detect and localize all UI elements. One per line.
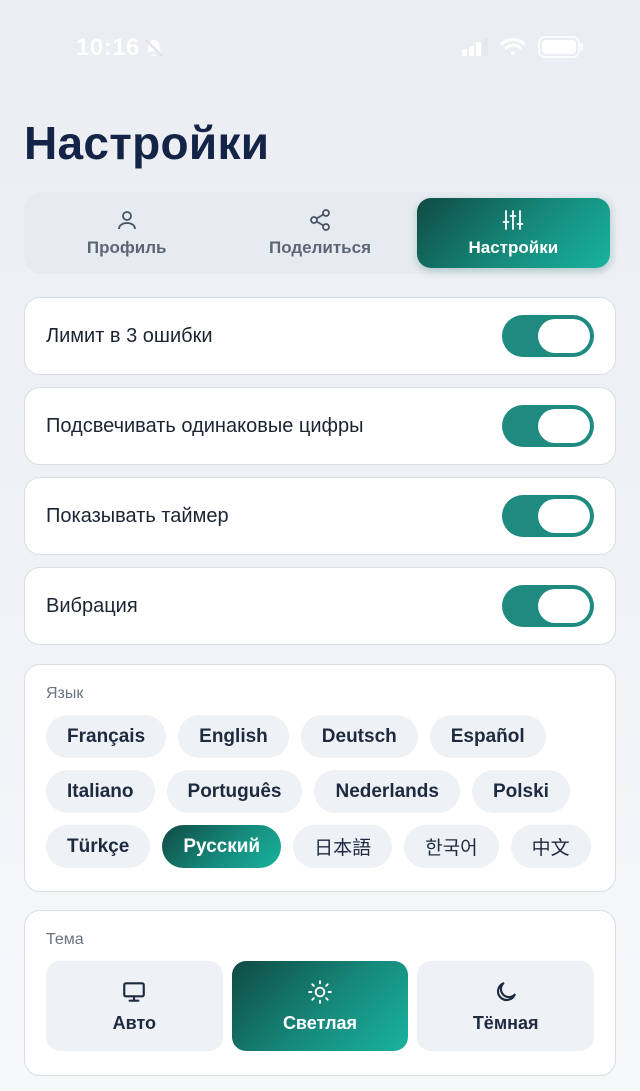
status-time: 10:16 xyxy=(76,34,140,61)
language-chip-de[interactable]: Deutsch xyxy=(300,715,418,758)
setting-label: Лимит в 3 ошибки xyxy=(46,324,213,347)
theme-light-label: Светлая xyxy=(282,1012,358,1033)
bell-muted-icon xyxy=(143,37,165,64)
theme-dark-label: Тёмная xyxy=(472,1012,539,1033)
language-chip-pt[interactable]: Português xyxy=(166,770,303,813)
tab-settings[interactable]: Настройки xyxy=(416,198,610,268)
segmented-tabs: Профиль Поделиться Настройки xyxy=(24,192,616,274)
language-card: Язык Français English Deutsch Español It… xyxy=(24,664,616,892)
theme-dark-button[interactable]: Тёмная xyxy=(417,961,595,1051)
mistake-limit-toggle[interactable] xyxy=(502,315,594,357)
theme-card: Тема Авто Светлая Тёмная xyxy=(24,910,616,1076)
status-bar: 10:16 xyxy=(0,0,640,96)
setting-row-show-timer: Показывать таймер xyxy=(24,477,616,555)
language-chip-ru[interactable]: Русский xyxy=(162,825,282,868)
cellular-signal-icon xyxy=(462,38,488,61)
theme-auto-button[interactable]: Авто xyxy=(46,961,223,1051)
sun-icon xyxy=(308,979,332,1004)
language-section-label: Язык xyxy=(46,685,84,702)
setting-label: Показывать таймер xyxy=(46,504,229,527)
toggle-list: Лимит в 3 ошибки Подсвечивать одинаковые… xyxy=(24,297,616,657)
show-timer-toggle[interactable] xyxy=(502,495,594,537)
language-chip-nl[interactable]: Nederlands xyxy=(314,770,460,813)
monitor-icon xyxy=(123,981,146,1002)
language-chip-zh[interactable]: 中文 xyxy=(510,825,591,868)
language-chip-pl[interactable]: Polski xyxy=(471,770,570,813)
language-chip-ja[interactable]: 日本語 xyxy=(293,825,393,868)
language-chip-ko[interactable]: 한국어 xyxy=(404,825,499,868)
theme-section-label: Тема xyxy=(46,931,84,948)
share-icon xyxy=(310,209,330,231)
highlight-digits-toggle[interactable] xyxy=(502,405,594,447)
language-chips: Français English Deutsch Español Italian… xyxy=(46,715,594,868)
language-chip-en[interactable]: English xyxy=(178,715,289,758)
tab-share-label: Поделиться xyxy=(268,238,371,257)
tab-share[interactable]: Поделиться xyxy=(223,198,416,268)
theme-light-button[interactable]: Светлая xyxy=(231,961,409,1051)
language-chip-it[interactable]: Italiano xyxy=(46,770,155,813)
setting-row-mistake-limit: Лимит в 3 ошибки xyxy=(24,297,616,375)
tab-profile[interactable]: Профиль xyxy=(30,198,223,268)
page-title: Настройки xyxy=(24,117,270,169)
tab-profile-label: Профиль xyxy=(86,238,167,257)
setting-label: Подсвечивать одинаковые цифры xyxy=(46,414,364,437)
battery-icon xyxy=(538,36,584,63)
status-indicators xyxy=(462,36,584,63)
theme-auto-label: Авто xyxy=(112,1012,157,1033)
setting-row-highlight-digits: Подсвечивать одинаковые цифры xyxy=(24,387,616,465)
sliders-icon xyxy=(502,210,524,230)
wifi-icon xyxy=(500,37,526,62)
setting-row-vibration: Вибрация xyxy=(24,567,616,645)
language-chip-fr[interactable]: Français xyxy=(46,715,167,758)
theme-options: Авто Светлая Тёмная xyxy=(46,961,595,1051)
setting-label: Вибрация xyxy=(46,594,138,617)
tab-settings-label: Настройки xyxy=(468,238,559,257)
language-chip-es[interactable]: Español xyxy=(429,715,546,758)
moon-icon xyxy=(496,981,516,1001)
vibration-toggle[interactable] xyxy=(502,585,594,627)
language-chip-tr[interactable]: Türkçe xyxy=(46,825,151,868)
user-icon xyxy=(117,211,136,230)
